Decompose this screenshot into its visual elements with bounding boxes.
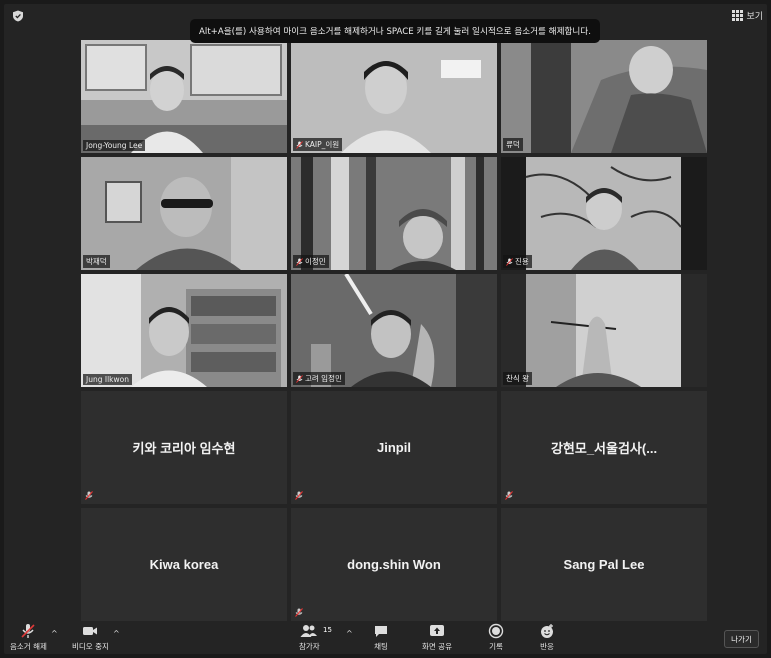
participants-button[interactable]: 참가자 (299, 623, 320, 652)
audio-options-caret-icon[interactable]: ^ (51, 629, 58, 638)
video-tile[interactable]: KAIP_이원 (291, 40, 497, 153)
view-button-label: 보기 (746, 12, 763, 22)
audio-only-tile[interactable]: dong.shin Won (291, 508, 497, 621)
participant-video (501, 274, 707, 387)
participant-display-name: 키와 코리아 임수현 (132, 441, 236, 456)
audio-only-tile[interactable]: 키와 코리아 임수현 (81, 391, 287, 504)
chat-label: 채팅 (374, 642, 388, 651)
mic-muted-icon (295, 491, 303, 500)
participant-video (291, 40, 497, 153)
participants-count: 15 (323, 626, 332, 634)
participant-display-name: Kiwa korea (149, 557, 219, 572)
video-camera-icon (83, 627, 98, 635)
participant-name: 찬식 왕 (506, 374, 530, 383)
participant-name: KAIP_이원 (305, 140, 340, 149)
participant-name-tag: 찬식 왕 (503, 372, 533, 385)
participant-display-name: dong.shin Won (347, 557, 441, 572)
unmute-button[interactable]: 음소거 해제 (10, 623, 47, 652)
participant-name-tag: 진용 (503, 255, 532, 268)
unmute-label: 음소거 해제 (10, 642, 47, 651)
grid-view-icon (732, 10, 744, 21)
participant-name-tag: Jong-Young Lee (83, 140, 146, 151)
participant-name-tag: KAIP_이원 (293, 138, 343, 151)
participant-name: 류덕 (506, 140, 520, 149)
participant-name: Jong-Young Lee (86, 141, 143, 150)
mic-muted-icon (505, 491, 513, 500)
participant-display-name: Jinpil (377, 440, 411, 455)
mic-muted-icon (296, 140, 303, 149)
video-tile[interactable]: 진용 (501, 157, 707, 270)
reactions-label: 반응 (540, 642, 554, 651)
participant-name-tag: 이정민 (293, 255, 329, 268)
video-tile[interactable]: 이정민 (291, 157, 497, 270)
reactions-button[interactable]: 반응 (539, 623, 555, 652)
participant-name-tag: Jung Ilkwon (83, 374, 132, 385)
stop-video-button[interactable]: 비디오 중지 (72, 623, 109, 652)
audio-only-tile[interactable]: Sang Pal Lee (501, 508, 707, 621)
meeting-toolbar: 음소거 해제 ^ 비디오 중지 ^ 참가자 15 ^ 채팅 화면 공유 기록 반… (4, 622, 767, 654)
participant-video (291, 157, 497, 270)
participant-video (501, 157, 707, 270)
unmute-hint-text: Alt+A을(를) 사용하여 마이크 음소거를 해제하거나 SPACE 키를 길… (199, 27, 591, 37)
participant-name: 고려 임정민 (305, 374, 342, 383)
mic-muted-icon (295, 608, 303, 617)
smiley-reaction-icon (541, 624, 553, 638)
record-button[interactable]: 기록 (488, 623, 504, 652)
share-screen-button[interactable]: 화면 공유 (422, 623, 452, 652)
leave-label: 나가기 (731, 634, 752, 644)
participant-video (501, 40, 707, 153)
mic-off-icon (21, 624, 36, 638)
record-icon (488, 623, 504, 639)
chat-bubble-icon (375, 626, 387, 637)
participant-name: 이정민 (305, 257, 326, 266)
mic-muted-icon (85, 491, 93, 500)
video-tile[interactable]: 류덕 (501, 40, 707, 153)
participant-display-name: 강현모_서울검사(... (550, 441, 658, 456)
participants-label: 참가자 (299, 642, 320, 651)
participant-name: 진용 (515, 257, 529, 266)
view-button[interactable]: 보기 (732, 9, 763, 22)
share-screen-label: 화면 공유 (422, 642, 452, 651)
audio-only-tile[interactable]: Jinpil (291, 391, 497, 504)
zoom-meeting-window: 보기 Alt+A을(를) 사용하여 마이크 음소거를 해제하거나 SPACE 키… (4, 4, 767, 654)
video-options-caret-icon[interactable]: ^ (113, 629, 120, 638)
security-shield-icon[interactable] (12, 10, 24, 22)
mic-muted-icon (296, 257, 303, 266)
video-tile[interactable]: 박재덕 (81, 157, 287, 270)
mic-muted-icon (506, 257, 513, 266)
participant-video (81, 40, 287, 153)
audio-only-tile[interactable]: 강현모_서울검사(... (501, 391, 707, 504)
video-tile[interactable]: 고려 임정민 (291, 274, 497, 387)
video-tile[interactable]: Jong-Young Lee (81, 40, 287, 153)
participant-video (291, 274, 497, 387)
participants-icon (300, 625, 318, 637)
gallery-grid: Jong-Young Lee KAIP_이원 류덕 박재덕 이정민 진용 Jun… (81, 40, 707, 626)
participant-video (81, 157, 287, 270)
participant-name-tag: 고려 임정민 (293, 372, 345, 385)
participants-options-caret-icon[interactable]: ^ (346, 629, 353, 638)
participant-video (81, 274, 287, 387)
leave-meeting-button[interactable]: 나가기 (724, 630, 759, 648)
record-label: 기록 (489, 642, 503, 651)
participant-name: 박재덕 (86, 257, 107, 266)
video-tile[interactable]: 찬식 왕 (501, 274, 707, 387)
video-tile[interactable]: Jung Ilkwon (81, 274, 287, 387)
participant-name-tag: 류덕 (503, 138, 523, 151)
chat-button[interactable]: 채팅 (373, 623, 389, 652)
audio-only-tile[interactable]: Kiwa korea (81, 508, 287, 621)
participant-name: Jung Ilkwon (86, 375, 129, 384)
share-screen-icon (429, 625, 444, 636)
stop-video-label: 비디오 중지 (72, 642, 109, 651)
unmute-hint-banner: Alt+A을(를) 사용하여 마이크 음소거를 해제하거나 SPACE 키를 길… (190, 19, 600, 43)
mic-muted-icon (296, 374, 303, 383)
participant-name-tag: 박재덕 (83, 255, 110, 268)
participant-display-name: Sang Pal Lee (563, 557, 645, 572)
